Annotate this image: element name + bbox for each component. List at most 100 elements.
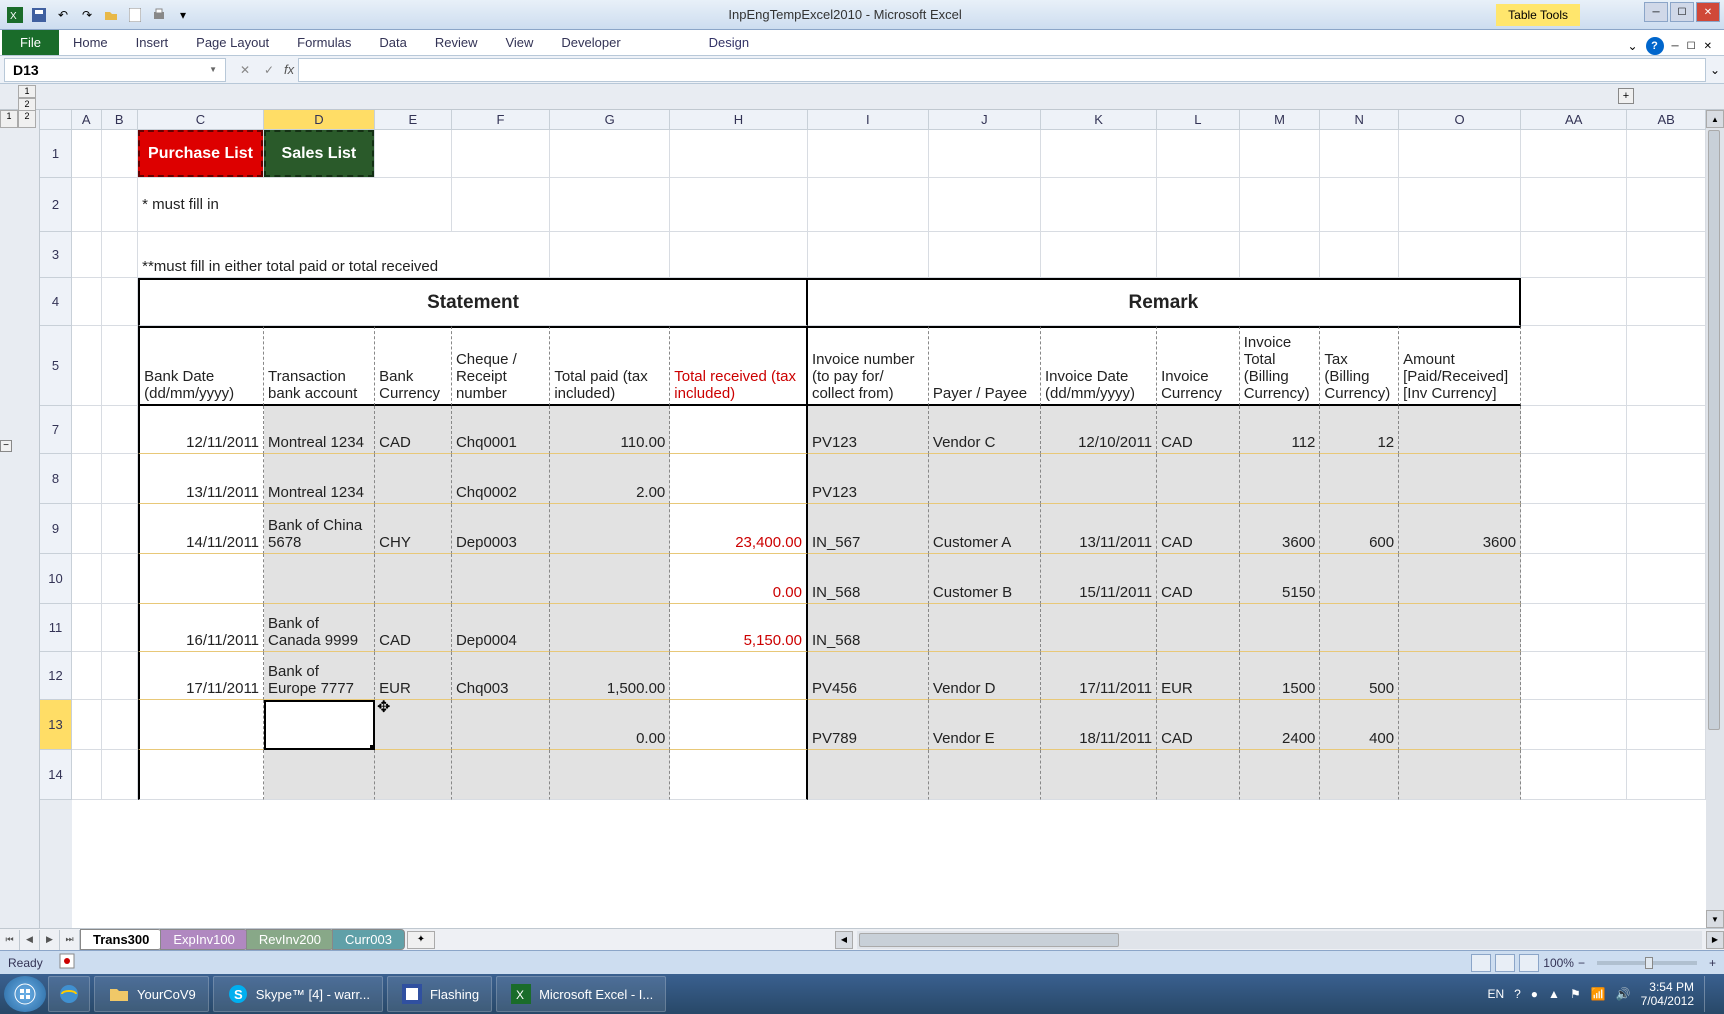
col-header-AB[interactable]: AB (1627, 110, 1706, 129)
formulas-tab[interactable]: Formulas (283, 30, 365, 55)
cell-M1[interactable] (1240, 130, 1321, 178)
cell-AB8[interactable] (1627, 454, 1706, 504)
cell-K11[interactable] (1041, 604, 1157, 652)
cell-K9[interactable]: 13/11/2011 (1041, 504, 1157, 554)
cell-AA12[interactable] (1521, 652, 1627, 700)
row-header-13[interactable]: 13 (40, 700, 72, 750)
cell-K12[interactable]: 17/11/2011 (1041, 652, 1157, 700)
col-header-D[interactable]: D (264, 110, 375, 129)
cell-N3[interactable] (1320, 232, 1399, 278)
cell-J10[interactable]: Customer B (929, 554, 1041, 604)
cell-M10[interactable]: 5150 (1240, 554, 1321, 604)
cell-M13[interactable]: 2400 (1240, 700, 1321, 750)
cell-E7[interactable]: CAD (375, 406, 452, 454)
doc-restore-icon[interactable]: ☐ (1687, 41, 1696, 52)
cell-K13[interactable]: 18/11/2011 (1041, 700, 1157, 750)
sales-list-button[interactable]: Sales List (264, 130, 374, 177)
column-expand-icon[interactable]: + (1618, 88, 1634, 104)
purchase-list-button[interactable]: Purchase List (138, 130, 263, 177)
cell-F2[interactable] (452, 178, 550, 232)
cell-I13[interactable]: PV789 (808, 700, 929, 750)
cell-a5[interactable] (72, 326, 102, 406)
row-header-4[interactable]: 4 (40, 278, 72, 326)
cell-M12[interactable]: 1500 (1240, 652, 1321, 700)
cell-M9[interactable]: 3600 (1240, 504, 1321, 554)
cell-N9[interactable]: 600 (1320, 504, 1399, 554)
open-icon[interactable] (100, 4, 122, 26)
doc-close-icon[interactable]: ✕ (1704, 41, 1712, 52)
col-header-I[interactable]: I (808, 110, 929, 129)
cell-b2[interactable] (102, 178, 139, 232)
cell-F13[interactable] (452, 700, 550, 750)
cell-F9[interactable]: Dep0003 (452, 504, 550, 554)
col-header-K[interactable]: K (1041, 110, 1157, 129)
prev-sheet-icon[interactable]: ◀ (20, 930, 40, 950)
formula-expand-icon[interactable]: ⌄ (1706, 63, 1724, 77)
formula-input[interactable] (298, 58, 1706, 82)
cell-D10[interactable] (264, 554, 375, 604)
doc-min-icon[interactable]: ─ (1672, 41, 1679, 52)
zoom-value[interactable]: 100% (1543, 956, 1574, 970)
cell-H13[interactable] (670, 700, 808, 750)
insert-tab[interactable]: Insert (122, 30, 183, 55)
tray-clock[interactable]: 3:54 PM 7/04/2012 (1641, 980, 1694, 1009)
cell-b4[interactable] (102, 278, 139, 326)
col-header-N[interactable]: N (1320, 110, 1399, 129)
cell-I3[interactable] (808, 232, 929, 278)
taskbar-flashing[interactable]: Flashing (387, 976, 492, 1012)
cell-E10[interactable] (375, 554, 452, 604)
row-header-7[interactable]: 7 (40, 406, 72, 454)
cell-a11[interactable] (72, 604, 102, 652)
scroll-up-icon[interactable]: ▲ (1706, 110, 1724, 128)
cell-AA1[interactable] (1521, 130, 1627, 178)
hscroll-thumb[interactable] (859, 933, 1119, 947)
cell-D11[interactable]: Bank of Canada 9999 (264, 604, 375, 652)
cell-N10[interactable] (1320, 554, 1399, 604)
cell-AB7[interactable] (1627, 406, 1706, 454)
view-tab[interactable]: View (491, 30, 547, 55)
cell-L12[interactable]: EUR (1157, 652, 1240, 700)
fx-icon[interactable]: fx (284, 62, 294, 77)
cell-F1[interactable] (452, 130, 550, 178)
cell-G10[interactable] (550, 554, 670, 604)
cell-C8[interactable]: 13/11/2011 (138, 454, 264, 504)
cell-AB1[interactable] (1627, 130, 1706, 178)
cell-AA7[interactable] (1521, 406, 1627, 454)
cell-AA4[interactable] (1521, 278, 1627, 326)
hscroll-right-icon[interactable]: ▶ (1706, 931, 1724, 949)
cell-H8[interactable] (670, 454, 808, 504)
row-header-9[interactable]: 9 (40, 504, 72, 554)
select-all-corner[interactable] (40, 110, 72, 130)
cell-O1[interactable] (1399, 130, 1521, 178)
cell-a4[interactable] (72, 278, 102, 326)
cell-H9[interactable]: 23,400.00 (670, 504, 808, 554)
cell-a14[interactable] (72, 750, 102, 800)
sheet-tab-expinv100[interactable]: ExpInv100 (160, 929, 247, 950)
cell-J3[interactable] (929, 232, 1041, 278)
cell-M8[interactable] (1240, 454, 1321, 504)
cell-I8[interactable]: PV123 (808, 454, 929, 504)
vscroll-thumb[interactable] (1708, 130, 1720, 730)
cell-C13[interactable] (138, 700, 264, 750)
cell-a3[interactable] (72, 232, 102, 278)
cell-H10[interactable]: 0.00 (670, 554, 808, 604)
cell-L11[interactable] (1157, 604, 1240, 652)
cell-K10[interactable]: 15/11/2011 (1041, 554, 1157, 604)
taskbar-excel[interactable]: XMicrosoft Excel - I... (496, 976, 666, 1012)
cell-E8[interactable] (375, 454, 452, 504)
file-tab[interactable]: File (2, 30, 59, 55)
outline-col-1[interactable]: 1 (18, 85, 36, 98)
cell-E11[interactable]: CAD (375, 604, 452, 652)
cell-G1[interactable] (550, 130, 670, 178)
cell-C14[interactable] (138, 750, 264, 800)
cell-b8[interactable] (102, 454, 139, 504)
cell-AA11[interactable] (1521, 604, 1627, 652)
cell-K2[interactable] (1041, 178, 1157, 232)
row-header-5[interactable]: 5 (40, 326, 72, 406)
cell-N11[interactable] (1320, 604, 1399, 652)
cell-I9[interactable]: IN_567 (808, 504, 929, 554)
cell-AB5[interactable] (1627, 326, 1706, 406)
cell-O13[interactable] (1399, 700, 1521, 750)
col-header-J[interactable]: J (929, 110, 1041, 129)
cell-F8[interactable]: Chq0002 (452, 454, 550, 504)
